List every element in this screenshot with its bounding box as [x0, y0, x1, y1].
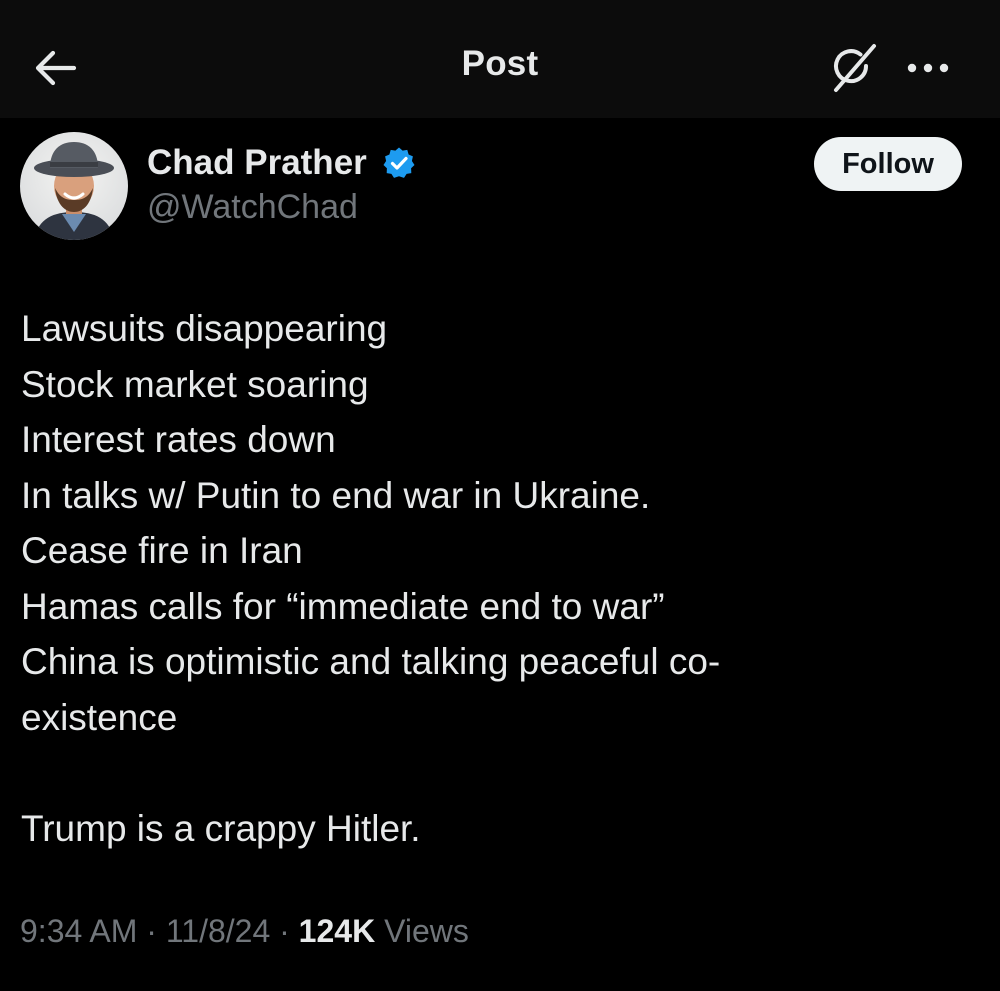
post-time[interactable]: 9:34 AM — [20, 913, 137, 949]
more-options-button[interactable] — [900, 46, 956, 90]
username-handle[interactable]: @WatchChad — [147, 188, 358, 227]
meta-separator: · — [279, 913, 290, 949]
grok-icon — [834, 44, 876, 92]
tweet-line: Trump is a crappy Hitler. — [21, 807, 421, 849]
views-count[interactable]: 124K — [299, 913, 376, 949]
tweet-line: Hamas calls for “immediate end to war” — [21, 585, 665, 627]
avatar[interactable] — [20, 132, 128, 240]
tweet-text: Lawsuits disappearing Stock market soari… — [21, 301, 981, 856]
verified-badge[interactable] — [382, 146, 416, 180]
tweet-line: Stock market soaring — [21, 363, 369, 405]
tweet-line: Cease fire in Iran — [21, 530, 303, 571]
tweet-line: Lawsuits disappearing — [21, 308, 388, 349]
post-date[interactable]: 11/8/24 — [166, 913, 270, 949]
tweet-line: existence — [21, 696, 178, 738]
post-meta: 9:34 AM · 11/8/24 · 124K Views — [20, 913, 469, 950]
top-bar: Post — [0, 0, 1000, 118]
views-label[interactable]: Views — [384, 913, 469, 949]
verified-badge-icon — [383, 147, 415, 178]
more-horizontal-icon — [907, 63, 949, 73]
meta-separator: · — [146, 913, 157, 949]
display-name[interactable]: Chad Prather — [147, 143, 367, 183]
tweet-line: Interest rates down — [21, 419, 336, 460]
profile-photo — [20, 132, 128, 240]
tweet-line: In talks w/ Putin to end war in Ukraine. — [21, 474, 651, 516]
follow-button[interactable]: Follow — [814, 137, 962, 191]
grok-button[interactable] — [826, 42, 884, 94]
tweet-line: China is optimistic and talking peaceful… — [21, 641, 721, 682]
